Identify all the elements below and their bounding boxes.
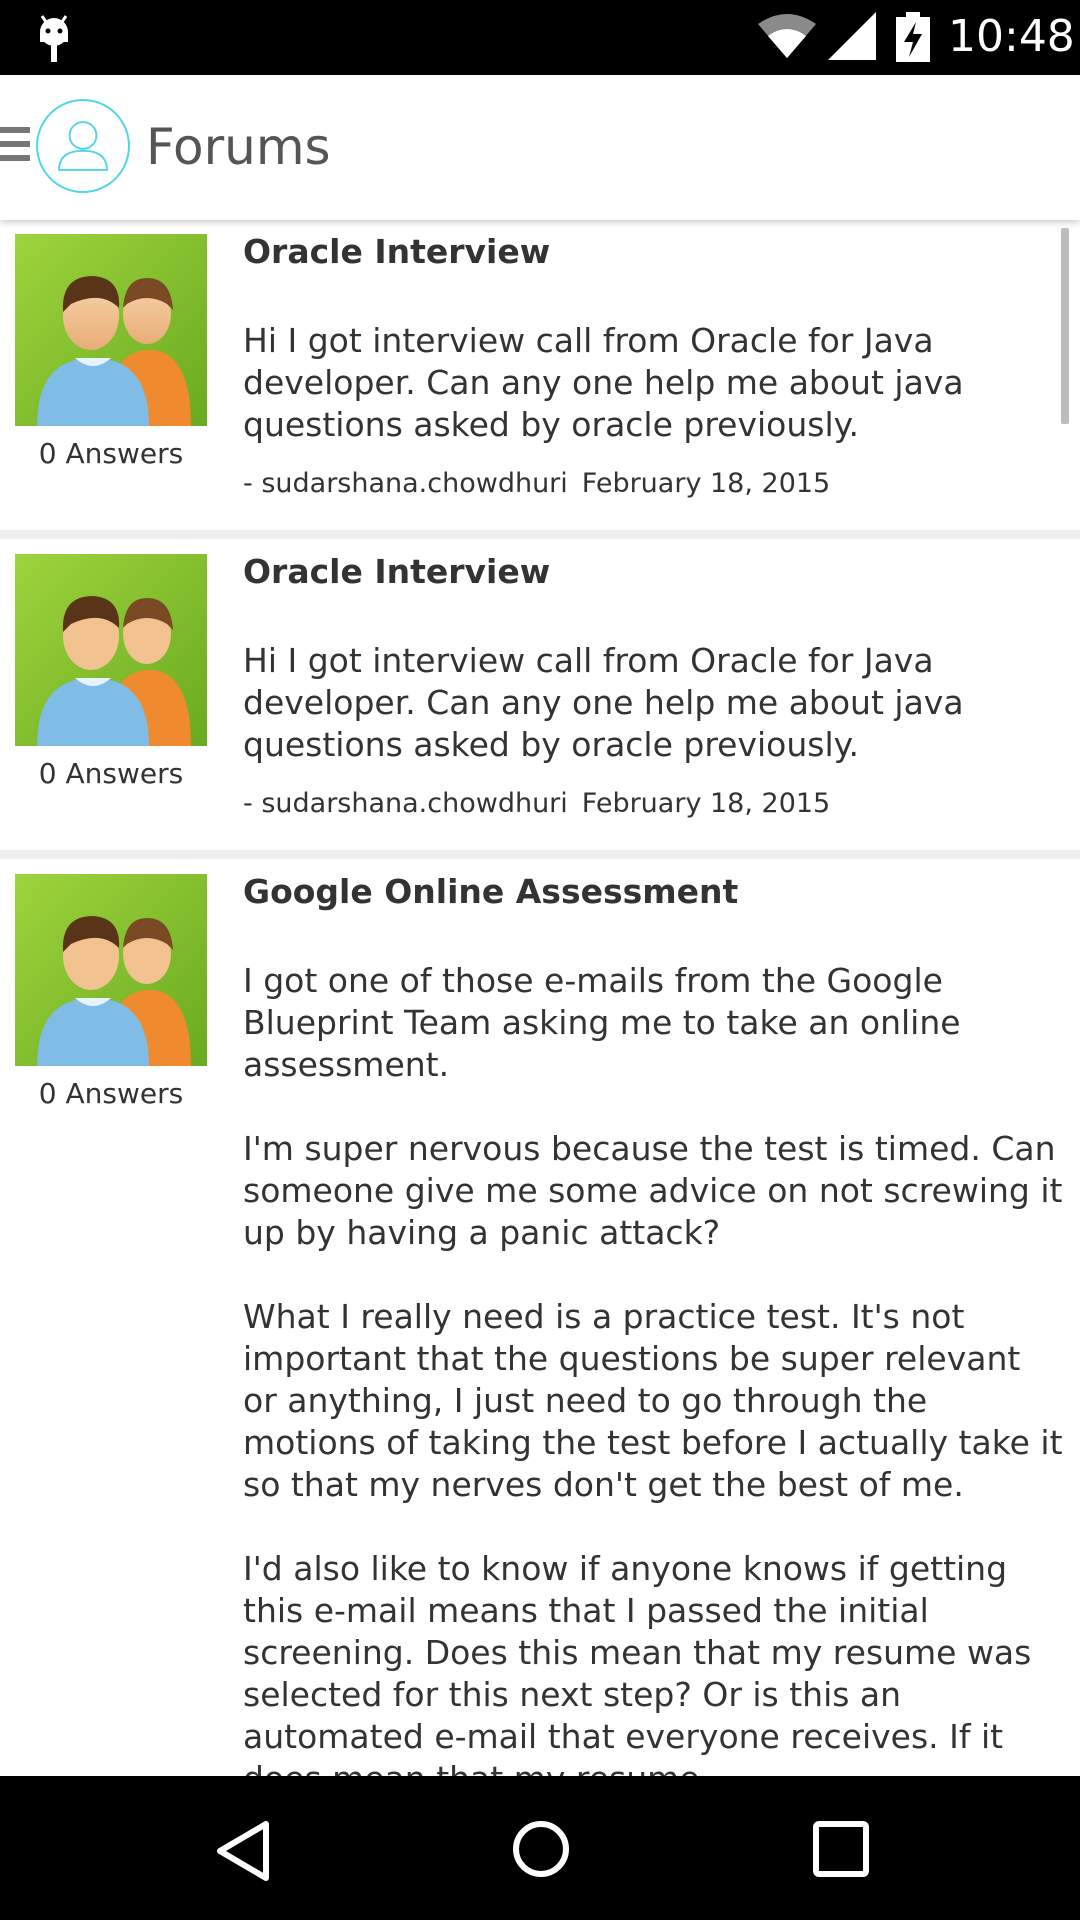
forum-post[interactable]: 0 Answers Oracle Interview Hi I got inte…	[0, 220, 1080, 530]
post-date: February 18, 2015	[581, 788, 831, 819]
forum-feed[interactable]: 0 Answers Oracle Interview Hi I got inte…	[0, 220, 1080, 1776]
home-icon[interactable]	[506, 1814, 576, 1884]
forum-post[interactable]: 0 Answers Google Online Assessment I got…	[0, 860, 1080, 1776]
post-body: I got one of those e-mails from the Goog…	[243, 961, 1063, 1776]
nav-bar	[0, 1776, 1080, 1920]
post-author[interactable]: - sudarshana.chowdhuri	[243, 788, 568, 819]
divider	[0, 530, 1080, 539]
wifi-icon	[758, 14, 816, 58]
answers-count: 0 Answers	[38, 757, 184, 790]
battery-charging-icon	[896, 12, 930, 62]
post-author[interactable]: - sudarshana.chowdhuri	[243, 468, 568, 499]
post-meta: - sudarshana.chowdhuri February 18, 2015	[243, 786, 830, 822]
post-meta: - sudarshana.chowdhuri February 18, 2015	[243, 466, 830, 502]
post-title[interactable]: Google Online Assessment	[243, 870, 738, 914]
users-avatar-icon	[15, 234, 207, 426]
status-bar: 10:48	[0, 0, 1080, 75]
page-title: Forums	[146, 118, 331, 176]
users-avatar-icon	[15, 554, 207, 746]
recents-icon[interactable]	[810, 1818, 872, 1880]
post-date: February 18, 2015	[581, 468, 831, 499]
users-avatar-icon	[15, 874, 207, 1066]
answers-count: 0 Answers	[38, 437, 184, 470]
post-title[interactable]: Oracle Interview	[243, 230, 550, 274]
divider	[0, 850, 1080, 859]
post-title[interactable]: Oracle Interview	[243, 550, 550, 594]
app-bar: Forums	[0, 75, 1080, 220]
status-time: 10:48	[948, 11, 1075, 62]
android-icon	[40, 15, 68, 62]
post-body: Hi I got interview call from Oracle for …	[243, 641, 964, 764]
avatar-icon[interactable]	[36, 99, 130, 193]
forum-post[interactable]: 0 Answers Oracle Interview Hi I got inte…	[0, 540, 1080, 850]
signal-icon	[828, 12, 876, 60]
back-icon[interactable]	[210, 1816, 280, 1886]
answers-count: 0 Answers	[38, 1077, 184, 1110]
menu-icon[interactable]	[0, 127, 30, 167]
post-body: Hi I got interview call from Oracle for …	[243, 321, 964, 444]
scrollbar[interactable]	[1061, 228, 1069, 424]
